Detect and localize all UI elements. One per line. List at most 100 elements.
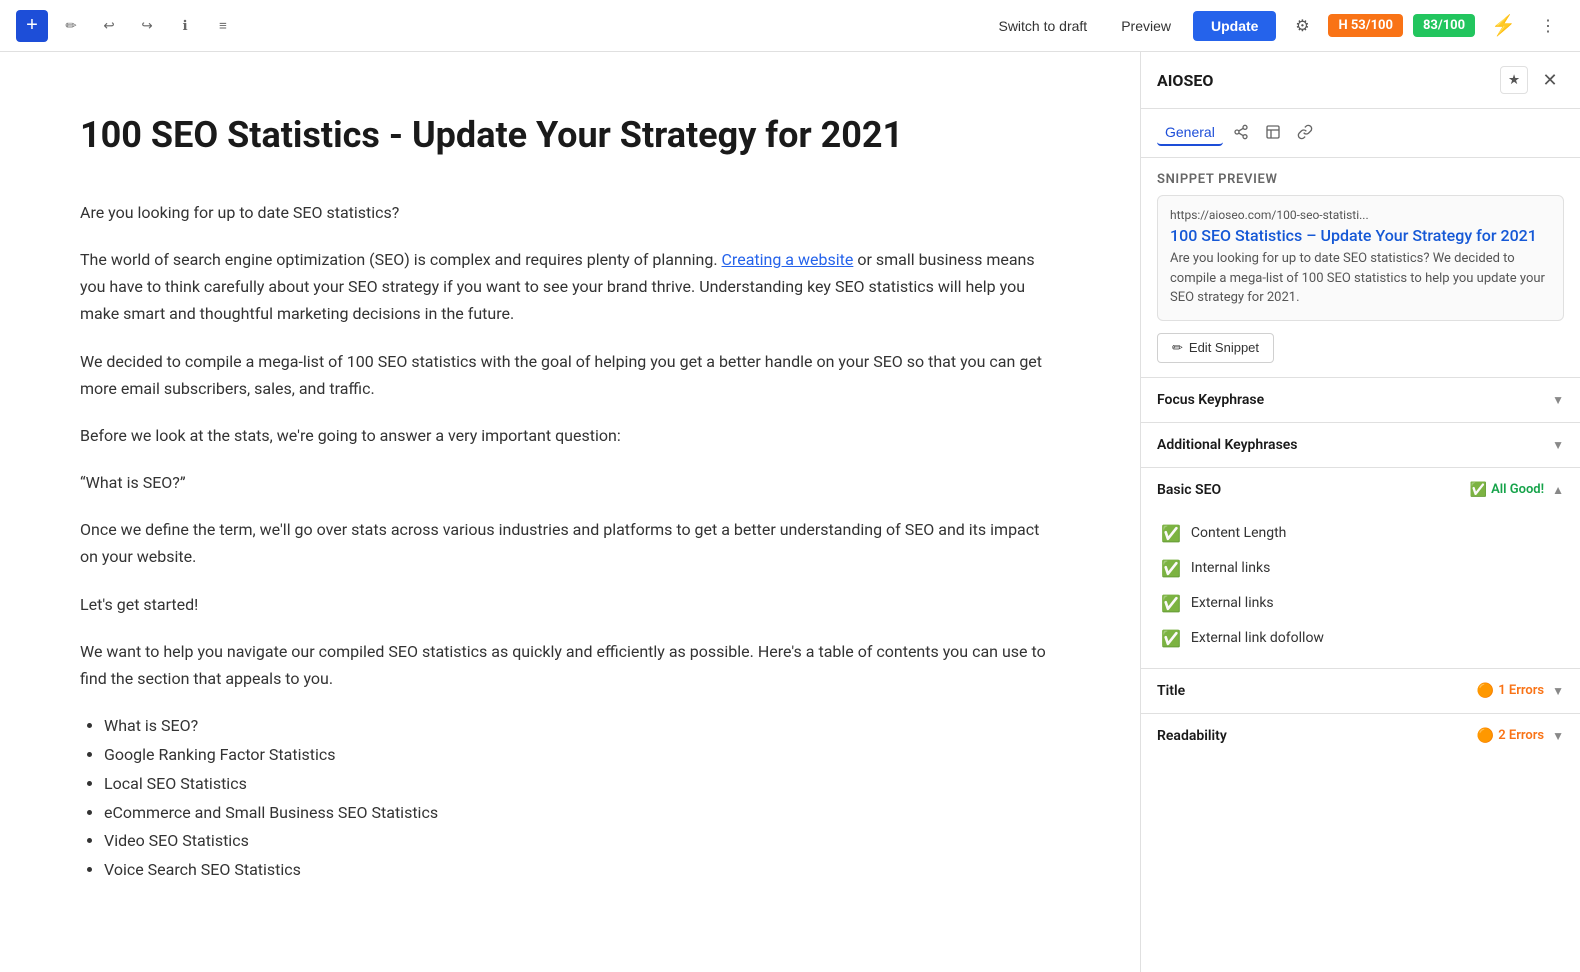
list-item: Local SEO Statistics (104, 770, 1060, 799)
readability-header[interactable]: Readability 🟠 2 Errors ▼ (1141, 714, 1580, 758)
paragraph-2: The world of search engine optimization … (80, 246, 1060, 328)
redo-icon: ↪ (141, 18, 152, 34)
aioseo-sidebar: AIOSEO ★ ✕ General Snipp (1140, 52, 1580, 972)
page-title: 100 SEO Statistics - Update Your Strateg… (80, 112, 1060, 159)
readability-section: Readability 🟠 2 Errors ▼ (1141, 713, 1580, 758)
check-internal-links: ✅ Internal links (1141, 551, 1580, 586)
additional-keyphrases-header[interactable]: Additional Keyphrases ▼ (1141, 423, 1580, 467)
list-item: Video SEO Statistics (104, 827, 1060, 856)
menu-icon: ≡ (219, 18, 227, 33)
preview-button[interactable]: Preview (1109, 12, 1183, 40)
chevron-down-icon: ▼ (1552, 438, 1564, 452)
readability-badge-label: 2 Errors (1498, 728, 1544, 743)
g-score-badge: 83/100 (1413, 14, 1475, 37)
readability-title: Readability (1157, 728, 1227, 744)
add-block-button[interactable]: + (16, 10, 48, 42)
basic-seo-badge-label: All Good! (1491, 482, 1544, 497)
error-dot-icon: 🟠 (1477, 683, 1494, 699)
focus-keyphrase-section: Focus Keyphrase ▼ (1141, 377, 1580, 422)
focus-keyphrase-header[interactable]: Focus Keyphrase ▼ (1141, 378, 1580, 422)
error-dot-icon: 🟠 (1477, 728, 1494, 744)
check-internal-links-label: Internal links (1191, 560, 1270, 576)
additional-keyphrases-title: Additional Keyphrases (1157, 437, 1298, 453)
chevron-down-icon: ▼ (1552, 729, 1564, 743)
readability-badge: 🟠 2 Errors (1477, 728, 1544, 744)
additional-keyphrases-section: Additional Keyphrases ▼ (1141, 422, 1580, 467)
toolbar-right: Switch to draft Preview Update ⚙ H 53/10… (986, 9, 1564, 42)
more-options-button[interactable]: ⋮ (1532, 10, 1564, 42)
check-icon-green: ✅ (1161, 559, 1181, 578)
paragraph-8: We want to help you navigate our compile… (80, 638, 1060, 692)
check-icon-green: ✅ (1161, 594, 1181, 613)
title-header[interactable]: Title 🟠 1 Errors ▼ (1141, 669, 1580, 713)
chevron-down-icon: ▼ (1552, 393, 1564, 407)
check-external-link-dofollow: ✅ External link dofollow (1141, 621, 1580, 656)
focus-keyphrase-title: Focus Keyphrase (1157, 392, 1264, 408)
star-icon: ★ (1508, 72, 1520, 88)
editor-area[interactable]: 100 SEO Statistics - Update Your Strateg… (0, 52, 1140, 972)
sidebar-nav: General (1141, 109, 1580, 158)
snippet-preview-box: https://aioseo.com/100-seo-statisti... 1… (1157, 195, 1564, 321)
chevron-up-icon: ▲ (1552, 483, 1564, 497)
undo-button[interactable]: ↩ (94, 11, 124, 41)
menu-button[interactable]: ≡ (208, 11, 238, 41)
snippet-url: https://aioseo.com/100-seo-statisti... (1170, 208, 1551, 222)
snippet-preview-label: Snippet Preview (1141, 158, 1580, 195)
paragraph-1: Are you looking for up to date SEO stati… (80, 199, 1060, 226)
info-button[interactable]: ℹ (170, 11, 200, 41)
switch-to-draft-button[interactable]: Switch to draft (986, 12, 1099, 40)
check-content-length-label: Content Length (1191, 525, 1286, 541)
check-circle-icon: ✅ (1470, 482, 1487, 498)
paragraph-7: Let's get started! (80, 591, 1060, 618)
star-button[interactable]: ★ (1500, 66, 1528, 94)
creating-website-link[interactable]: Creating a website (722, 250, 854, 269)
snippet-title[interactable]: 100 SEO Statistics – Update Your Strateg… (1170, 226, 1551, 245)
info-icon: ℹ (182, 18, 187, 34)
edit-pencil-icon: ✏ (1172, 340, 1183, 356)
g-score-label: 83/100 (1423, 18, 1465, 33)
basic-seo-title: Basic SEO (1157, 482, 1221, 498)
main-toolbar: + ✏ ↩ ↪ ℹ ≡ Switch to draft Preview Upda… (0, 0, 1580, 52)
tab-share[interactable] (1227, 119, 1255, 147)
tab-link[interactable] (1291, 119, 1319, 147)
toolbar-left: + ✏ ↩ ↪ ℹ ≡ (16, 10, 238, 42)
more-icon: ⋮ (1540, 16, 1556, 36)
close-icon: ✕ (1542, 70, 1557, 91)
list-item: What is SEO? (104, 712, 1060, 741)
list-item: eCommerce and Small Business SEO Statist… (104, 799, 1060, 828)
edit-snippet-label: Edit Snippet (1189, 340, 1259, 355)
pencil-icon-button[interactable]: ✏ (56, 11, 86, 41)
check-external-links: ✅ External links (1141, 586, 1580, 621)
redo-button[interactable]: ↪ (132, 11, 162, 41)
check-icon-green: ✅ (1161, 629, 1181, 648)
settings-button[interactable]: ⚙ (1286, 10, 1318, 42)
basic-seo-badge: ✅ All Good! (1470, 482, 1544, 498)
paragraph-3: We decided to compile a mega-list of 100… (80, 348, 1060, 402)
update-button[interactable]: Update (1193, 11, 1276, 41)
lightning-icon: ⚡ (1491, 15, 1516, 37)
close-sidebar-button[interactable]: ✕ (1536, 66, 1564, 94)
tab-general[interactable]: General (1157, 120, 1223, 146)
basic-seo-checklist: ✅ Content Length ✅ Internal links ✅ Exte… (1141, 512, 1580, 668)
title-section: Title 🟠 1 Errors ▼ (1141, 668, 1580, 713)
check-external-links-label: External links (1191, 595, 1274, 611)
paragraph-4: Before we look at the stats, we're going… (80, 422, 1060, 449)
paragraph-5: “What is SEO?” (80, 469, 1060, 496)
check-external-link-dofollow-label: External link dofollow (1191, 630, 1324, 646)
settings-icon: ⚙ (1295, 16, 1309, 36)
basic-seo-section: Basic SEO ✅ All Good! ▲ ✅ Content Length… (1141, 467, 1580, 668)
title-section-title: Title (1157, 683, 1185, 699)
list-item: Google Ranking Factor Statistics (104, 741, 1060, 770)
toc-list: What is SEO? Google Ranking Factor Stati… (104, 712, 1060, 885)
tab-schema[interactable] (1259, 119, 1287, 147)
sidebar-header-icons: ★ ✕ (1500, 66, 1564, 94)
title-badge-label: 1 Errors (1498, 683, 1544, 698)
chevron-down-icon: ▼ (1552, 684, 1564, 698)
edit-snippet-button[interactable]: ✏ Edit Snippet (1157, 333, 1274, 363)
sidebar-header: AIOSEO ★ ✕ (1141, 52, 1580, 109)
basic-seo-header[interactable]: Basic SEO ✅ All Good! ▲ (1141, 468, 1580, 512)
lightning-button[interactable]: ⚡ (1485, 9, 1522, 42)
paragraph-6: Once we define the term, we'll go over s… (80, 516, 1060, 570)
h-score-label: H 53/100 (1338, 18, 1393, 33)
pencil-icon: ✏ (65, 18, 76, 34)
